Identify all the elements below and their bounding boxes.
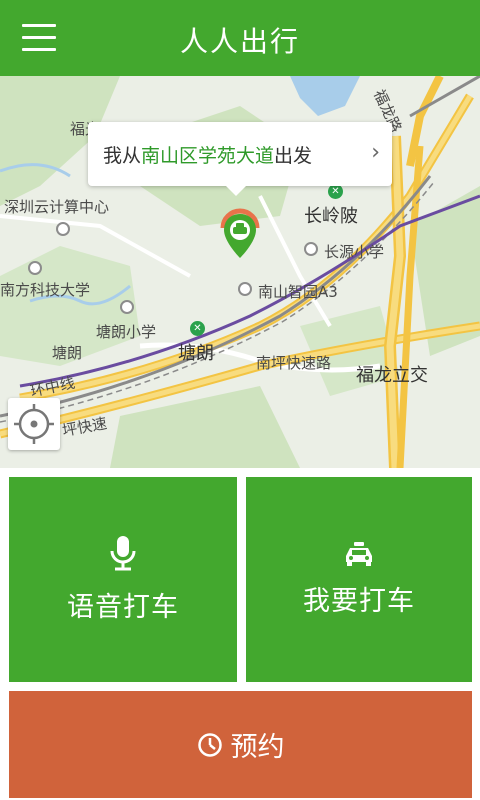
callout-prefix: 我从 bbox=[103, 144, 142, 167]
microphone-icon bbox=[110, 536, 136, 571]
call-taxi-button[interactable]: 我要打车 bbox=[246, 477, 472, 682]
metro-icon: ✕ bbox=[190, 321, 205, 336]
map-label: 深圳云计算中心 bbox=[4, 198, 110, 216]
clock-icon bbox=[197, 732, 222, 757]
reserve-button[interactable]: 预约 bbox=[9, 691, 472, 798]
callout-place: 南山区学苑大道 bbox=[141, 144, 275, 167]
map-label: 南方科技大学 bbox=[0, 281, 91, 299]
reserve-label: 预约 bbox=[230, 732, 285, 763]
metro-icon: ✕ bbox=[328, 184, 343, 199]
location-pin-icon bbox=[220, 208, 260, 258]
poi-icon bbox=[28, 261, 42, 275]
call-taxi-label: 我要打车 bbox=[303, 586, 415, 617]
chevron-right-icon: › bbox=[371, 140, 380, 165]
map-label: 塘朗小学 bbox=[96, 323, 157, 341]
taxi-icon bbox=[346, 542, 372, 566]
crosshair-icon bbox=[14, 404, 54, 444]
map-label: 塘朗 bbox=[178, 343, 214, 364]
poi-icon bbox=[304, 242, 318, 256]
map-label: 南坪快速路 bbox=[256, 354, 332, 372]
poi-icon bbox=[120, 300, 134, 314]
voice-call-taxi-label: 语音打车 bbox=[67, 592, 179, 623]
map-label: 长源小学 bbox=[324, 243, 385, 261]
poi-icon bbox=[238, 282, 252, 296]
poi-icon bbox=[56, 222, 70, 236]
map-label: 塘朗 bbox=[52, 344, 83, 362]
locate-me-button[interactable] bbox=[8, 398, 60, 450]
app-title: 人人出行 bbox=[179, 25, 300, 58]
map-label: 长岭陂 bbox=[304, 206, 358, 227]
map-label: 福龙立交 bbox=[356, 365, 428, 386]
voice-call-taxi-button[interactable]: 语音打车 bbox=[9, 477, 237, 682]
top-bar: 人人出行 bbox=[0, 0, 480, 76]
map-label: 南山智园A3 bbox=[258, 283, 338, 301]
map-view[interactable]: 福光 深圳云计算中心 长岭陂 长源小学 南方科技大学 南山智园A3 塘朗小学 塘… bbox=[0, 76, 480, 468]
start-location-callout[interactable]: 我从南山区学苑大道出发 › bbox=[88, 122, 392, 196]
callout-suffix: 出发 bbox=[274, 144, 313, 167]
